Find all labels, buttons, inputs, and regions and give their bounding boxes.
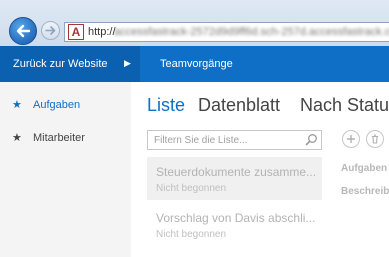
url-text: accessfastrack-2572d9d9ff6d.sch-257d.acc… [114,26,389,38]
browser-forward-button[interactable] [41,21,60,40]
tab-datenblatt[interactable]: Datenblatt [198,95,280,116]
address-bar[interactable]: A http:// accessfastrack-2572d9d9ff6d.sc… [64,22,389,42]
field-label-aufgaben: Aufgaben [341,163,388,174]
list-filter [147,130,322,150]
forward-arrow-icon [45,26,56,35]
list-item-status: Nicht begonnen [156,229,227,240]
trash-icon [372,134,378,144]
sidebar-item-aufgaben[interactable]: ★ Aufgaben [0,95,131,117]
tab-nach-status[interactable]: Nach Status [300,95,389,116]
screen: A http:// accessfastrack-2572d9d9ff6d.sc… [0,0,389,257]
list-item-title: Steuerdokumente zusamme... [156,165,317,179]
back-to-website-label: Zurück zur Website [13,58,108,70]
list-item[interactable]: Steuerdokumente zusamme... Nicht begonne… [147,157,322,200]
field-label-beschreibung: Beschreib [341,186,389,197]
app-header-bar: Zurück zur Website ▶ Teamvorgänge [0,46,389,82]
list-item[interactable]: Vorschlag von Davis abschli... Nicht beg… [147,203,322,246]
back-arrow-icon [16,24,31,38]
sidebar: ★ Aufgaben ★ Mitarbeiter [0,82,131,257]
search-icon[interactable] [305,133,318,146]
browser-toolbar: A http:// accessfastrack-2572d9d9ff6d.sc… [0,0,389,46]
tab-liste[interactable]: Liste [147,95,185,116]
chevron-right-icon: ▶ [124,58,131,68]
access-app-icon: A [68,24,84,40]
url-protocol: http:// [88,26,116,38]
plus-icon [347,135,355,143]
search-input[interactable] [148,131,304,149]
app-title: Teamvorgänge [160,58,233,70]
sidebar-item-label: Aufgaben [33,99,81,111]
sidebar-item-mitarbeiter[interactable]: ★ Mitarbeiter [0,128,131,150]
list-item-status: Nicht begonnen [156,183,227,194]
list-item-title: Vorschlag von Davis abschli... [156,211,316,225]
star-icon: ★ [12,132,22,144]
add-button[interactable] [342,130,360,148]
delete-button[interactable] [366,130,384,148]
sidebar-item-label: Mitarbeiter [33,132,85,144]
star-icon: ★ [12,99,22,111]
back-to-website-button[interactable]: Zurück zur Website ▶ [0,46,140,82]
browser-back-button[interactable] [9,17,37,45]
